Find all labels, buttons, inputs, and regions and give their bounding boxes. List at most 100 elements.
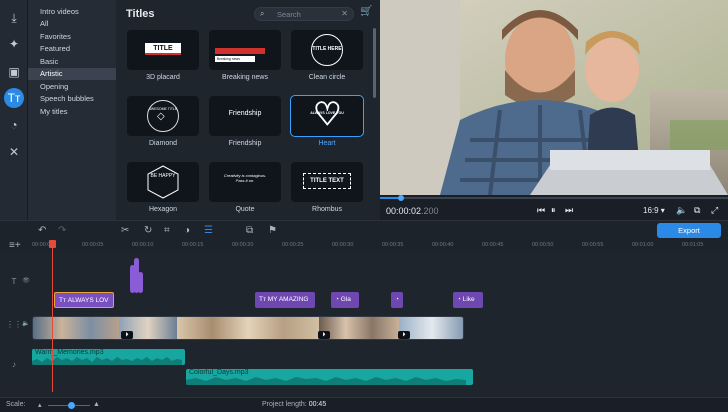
crop-icon[interactable]: ⌗ <box>164 225 170 236</box>
next-frame-icon[interactable]: ⏭ <box>565 205 573 216</box>
import-icon[interactable]: ⤓ <box>4 8 24 28</box>
title-clip-label: Like <box>462 296 475 303</box>
tile-art: TITLE HERE <box>311 34 343 66</box>
current-time: 00:00:02.200 <box>386 206 439 216</box>
tile-art: ALWAYS LOVE YOU <box>310 111 344 115</box>
clip-properties-icon[interactable]: ☰ <box>204 225 213 236</box>
category-intro-videos[interactable]: Intro videos <box>28 6 116 18</box>
preview-frame-image <box>380 0 728 195</box>
redo-icon[interactable]: ↷ <box>58 225 66 236</box>
category-basic[interactable]: Basic <box>28 56 116 68</box>
sticker-icon: ◔ <box>395 296 399 303</box>
transition-icon[interactable]: ⏵ <box>121 331 133 339</box>
cart-icon[interactable]: 🛒 <box>360 6 372 17</box>
ruler-tick: 00:00:40 <box>432 242 454 248</box>
ruler-tick: 00:00:15 <box>182 242 204 248</box>
tile-art: Breaking news <box>215 56 255 62</box>
zoom-out-icon[interactable]: ▴ <box>38 401 42 409</box>
search-input[interactable]: ⌕ Search ✕ <box>254 7 354 21</box>
tile-label: Diamond <box>148 140 177 147</box>
seek-bar[interactable] <box>380 197 728 199</box>
magic-wand-icon[interactable]: ✦ <box>4 34 24 54</box>
category-favorites[interactable]: Favorites <box>28 31 116 43</box>
marker-icon[interactable]: ⚑ <box>268 225 277 236</box>
tile-heart[interactable]: ♡ ALWAYS LOVE YOU <box>290 95 364 137</box>
tile-label: 3D placard <box>146 74 180 81</box>
panel-title: Titles <box>126 8 155 20</box>
title-clip-label: Gla <box>340 296 351 303</box>
tile-breaking-news[interactable]: Breaking news <box>209 30 281 70</box>
project-length: Project length: 00:45 <box>262 401 327 408</box>
category-artistic[interactable]: Artistic <box>28 68 116 80</box>
titles-icon[interactable]: Tт <box>4 88 24 108</box>
tools-icon[interactable]: ✕ <box>4 142 24 162</box>
tile-friendship[interactable]: Friendship <box>209 96 281 136</box>
tile-rhombus[interactable]: TITLE TEXT <box>291 162 363 202</box>
tile-3d-placard[interactable]: TITLE <box>127 30 199 70</box>
fullscreen-icon[interactable]: ⤢ <box>711 205 718 216</box>
insert-icon[interactable]: ⧉ <box>246 225 253 236</box>
video-clip[interactable] <box>177 317 319 339</box>
title-clip[interactable]: Tт MY AMAZING <box>255 292 315 308</box>
seek-handle[interactable] <box>398 195 404 201</box>
title-clip-label: MY AMAZING <box>267 296 309 303</box>
tile-label: Rhombus <box>312 206 342 213</box>
playhead[interactable] <box>52 242 53 392</box>
hexagon-icon <box>147 165 179 199</box>
ruler-tick: 00:00:35 <box>382 242 404 248</box>
cut-icon[interactable]: ✂ <box>121 225 129 236</box>
aspect-ratio-select[interactable]: 16:9 ▾ <box>643 206 665 215</box>
zoom-in-icon[interactable]: ▲ <box>93 401 100 408</box>
audio-clip[interactable]: Colorful_Days.mp3 <box>186 369 473 385</box>
sticker-clip[interactable]: ◔ <box>391 292 403 308</box>
scale-slider-handle[interactable] <box>68 402 75 409</box>
video-clip[interactable] <box>319 317 399 339</box>
filters-icon[interactable]: ▣ <box>4 62 24 82</box>
category-my-titles[interactable]: My titles <box>28 106 116 118</box>
rotate-icon[interactable]: ↻ <box>144 225 152 236</box>
tile-clean-circle[interactable]: TITLE HERE <box>291 30 363 70</box>
scale-label: Scale: <box>6 401 26 408</box>
timeline-ruler[interactable]: 00:00:00 00:00:05 00:00:10 00:00:15 00:0… <box>0 240 728 252</box>
pause-icon[interactable]: ⏸ <box>551 205 556 216</box>
tile-quote[interactable]: Creativity is contagious. Pass it on. <box>209 162 281 202</box>
sticker-clip[interactable]: ◔ Gla <box>331 292 359 308</box>
tile-label: Heart <box>318 140 336 147</box>
previous-frame-icon[interactable]: ⏮ <box>537 205 545 216</box>
tile-diamond[interactable]: AWESOME TITLE ◇ <box>127 96 199 136</box>
category-featured[interactable]: Featured <box>28 43 116 55</box>
volume-icon[interactable]: 🔈 <box>676 205 687 216</box>
title-clip-label: ALWAYS LOV <box>67 297 109 304</box>
tile-label: Clean circle <box>308 74 346 81</box>
audio-track-icon: ♪ <box>12 360 16 369</box>
category-speech-bubbles[interactable]: Speech bubbles <box>28 93 116 105</box>
audio-clip[interactable]: Warm_Memories.mp3 <box>32 349 185 365</box>
ruler-tick: 00:00:45 <box>482 242 504 248</box>
undo-icon[interactable]: ↶ <box>38 225 46 236</box>
tile-label: Quote <box>235 206 255 213</box>
tile-art-bar <box>215 48 265 54</box>
category-all[interactable]: All <box>28 18 116 30</box>
transitions-icon[interactable]: ◔ <box>4 115 24 135</box>
clear-icon[interactable]: ✕ <box>341 9 348 18</box>
video-preview <box>380 0 728 195</box>
tile-hexagon[interactable]: BE HAPPY <box>127 162 199 202</box>
video-clip[interactable] <box>33 317 119 339</box>
sticker-clip[interactable]: ◔ Like <box>453 292 483 308</box>
add-track-icon[interactable]: ≡+ <box>9 240 21 251</box>
ruler-tick: 00:00:20 <box>232 242 254 248</box>
category-opening[interactable]: Opening <box>28 81 116 93</box>
waveform <box>32 357 182 365</box>
video-track[interactable]: ⏵ ⏵ ⏵ <box>32 316 464 340</box>
export-button[interactable]: Export <box>657 223 721 238</box>
transition-icon[interactable]: ⏵ <box>398 331 410 339</box>
title-clip[interactable]: Tт ALWAYS LOV <box>54 292 114 308</box>
snapshot-icon[interactable]: ⧉ <box>694 205 700 216</box>
titles-scrollbar[interactable] <box>373 28 376 98</box>
color-adjust-icon[interactable]: ◑ <box>184 225 190 236</box>
transition-icon[interactable]: ⏵ <box>318 331 330 339</box>
callout-clip[interactable] <box>138 272 143 293</box>
tile-label: Hexagon <box>148 206 178 213</box>
visibility-icon[interactable]: 👁 <box>12 277 40 284</box>
titles-panel: Titles ⌕ Search ✕ 🛒 TITLE 3D placard Bre… <box>116 0 380 220</box>
